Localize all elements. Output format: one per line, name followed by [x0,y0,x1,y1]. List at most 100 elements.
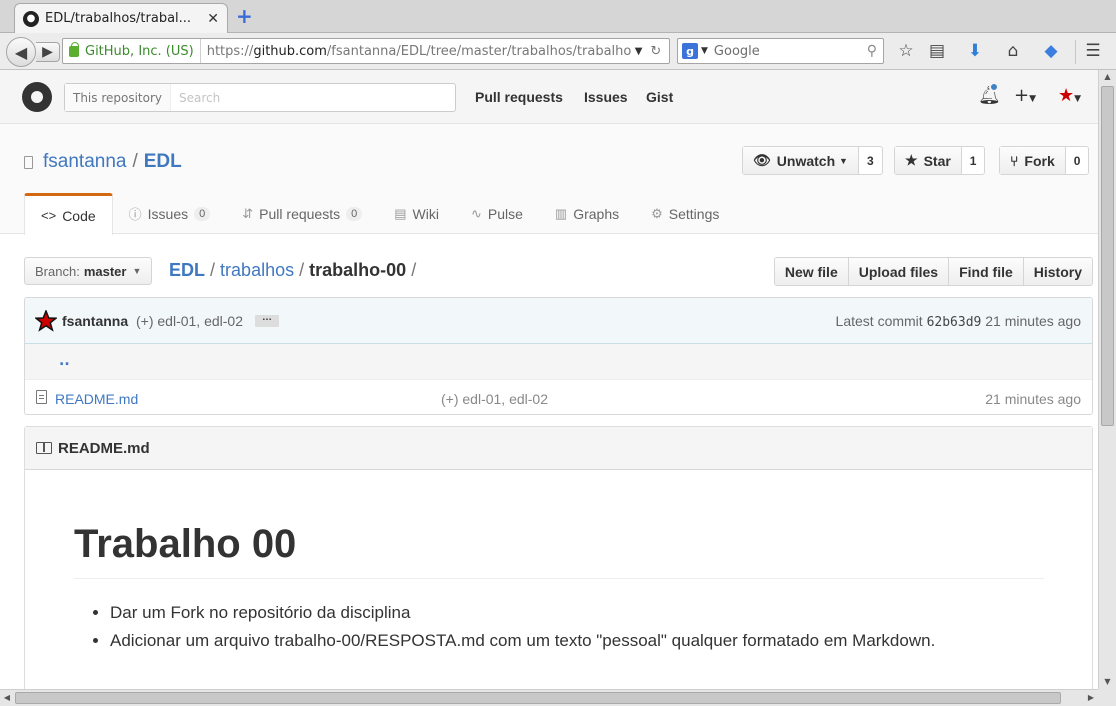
file-actions: New file Upload files Find file History [773,257,1093,286]
pulse-icon: ∿ [470,205,482,221]
google-icon[interactable]: g [682,43,698,59]
chevron-down-icon: ▼ [839,155,848,166]
arrow-right-icon: ▶ [42,44,53,60]
identity-label: GitHub, Inc. (US) [85,43,194,59]
close-tab-icon[interactable]: ✕ [207,11,219,27]
header-link-issues[interactable]: Issues [584,89,628,105]
repo-separator: / [132,151,138,172]
tab-settings[interactable]: ⚙ Settings [635,193,735,234]
star-icon: ★ [905,152,918,168]
branch-select-button[interactable]: Branch: master ▼ [24,257,153,285]
bookmark-star-icon[interactable]: ☆ [895,41,917,61]
code-icon: <> [41,208,57,223]
pull-request-icon: ⇵ [242,205,254,221]
search-bar[interactable]: g ▼ Google ⚲ [677,38,884,64]
header-link-pull-requests[interactable]: Pull requests [475,89,563,105]
vertical-scroll-thumb[interactable] [1101,86,1114,426]
scroll-left-icon[interactable]: ◀ [0,690,14,706]
arrow-left-icon: ◀ [14,42,28,62]
breadcrumb-trabalhos[interactable]: trabalhos [220,260,294,280]
upload-files-button[interactable]: Upload files [848,258,950,285]
unwatch-button[interactable]: 👁︎ Unwatch ▼ [743,147,859,174]
repo-owner-link[interactable]: fsantanna [43,151,126,173]
list-item: Adicionar um arquivo trabalho-00/RESPOST… [110,627,1044,655]
star-count[interactable]: 1 [962,147,985,174]
author-avatar[interactable] [35,310,57,332]
commit-tease: fsantanna (+) edl-01, edl-02 … Latest co… [25,298,1092,344]
tab-title: EDL/trabalhos/trabal... [45,11,192,26]
scroll-up-icon[interactable]: ▲ [1099,70,1116,84]
home-icon[interactable]: ⌂ [1002,41,1024,61]
scroll-right-icon[interactable]: ▶ [1084,690,1098,706]
commit-message-link[interactable]: (+) edl-01, edl-02 [136,313,243,329]
url-bar[interactable]: GitHub, Inc. (US) https://github.com/fsa… [62,38,670,64]
list-item: Dar um Fork no repositório da disciplina [110,599,1044,627]
gear-icon: ⚙ [651,205,663,221]
menu-icon[interactable]: ☰ [1082,41,1104,61]
graph-icon: ▥ [554,205,568,221]
forward-button[interactable]: ▶ [36,42,60,62]
parent-dir-row[interactable]: .. [25,344,1092,380]
branch-label: Branch: [35,263,80,279]
tab-issues[interactable]: ⓘ Issues 0 [113,193,227,234]
tab-code[interactable]: <> Code [24,193,113,235]
star-label: Star [923,152,951,169]
breadcrumb-root[interactable]: EDL [169,260,205,280]
reading-list-icon[interactable]: ▤ [926,41,948,61]
fork-count[interactable]: 0 [1066,147,1089,174]
notification-dot [989,82,999,92]
url-dropdown-icon[interactable]: ▼ [635,46,643,57]
search-field[interactable]: Google [714,44,867,59]
search-input[interactable]: Search [171,91,220,105]
scroll-down-icon[interactable]: ▼ [1099,675,1116,689]
browser-navbar: ◀ ▶ GitHub, Inc. (US) https://github.com… [0,33,1116,70]
browser-tabbar: ● EDL/trabalhos/trabal... ✕ + [0,0,1116,33]
url-text[interactable]: https://github.com/fsantanna/EDL/tree/ma… [201,44,631,59]
magnifier-icon[interactable]: ⚲ [867,43,877,59]
file-navigation: Branch: master ▼ EDL / trabalhos / trabalh… [24,257,1093,286]
eye-icon: 👁︎ [753,152,771,168]
new-tab-button[interactable]: + [236,6,253,26]
back-button[interactable]: ◀ [6,37,36,67]
breadcrumb-sep: / [411,260,417,280]
horizontal-scroll-thumb[interactable] [15,692,1061,704]
file-icon [36,390,47,404]
plus-icon[interactable]: +▼ [1014,85,1036,106]
github-favicon-icon: ● [23,10,39,27]
parent-dir-link[interactable]: .. [59,353,70,369]
table-row: README.md (+) edl-01, edl-02 21 minutes … [25,380,1092,414]
repo-search[interactable]: This repository Search [64,83,456,112]
horizontal-scrollbar[interactable]: ◀ ▶ [0,689,1098,706]
history-button[interactable]: History [1023,258,1092,285]
site-identity[interactable]: GitHub, Inc. (US) [63,39,201,63]
tab-wiki-label: Wiki [412,205,439,222]
breadcrumb: EDL / trabalhos / trabalho-00 / [169,260,416,281]
expand-commit-button[interactable]: … [255,313,279,327]
fork-label: Fork [1024,152,1055,169]
file-name-link[interactable]: README.md [55,391,138,407]
pocket-icon[interactable]: ◆ [1040,41,1062,61]
url-host: github.com [253,43,327,59]
commit-sha-link[interactable]: 62b63d9 [927,315,982,330]
tab-wiki[interactable]: ▤ Wiki [378,193,455,234]
file-commit-message[interactable]: (+) edl-01, edl-02 [441,391,548,407]
watch-count[interactable]: 3 [859,147,882,174]
repo-nav: <> Code ⓘ Issues 0 ⇵ Pull requests 0 ▤ Wiki ∿ P… [24,193,735,235]
star-button[interactable]: ★ Star [895,147,962,174]
fork-button[interactable]: ⑂ Fork [1000,147,1066,174]
engine-dropdown-icon[interactable]: ▼ [701,46,708,56]
avatar[interactable]: ★▼ [1058,85,1081,106]
vertical-scrollbar[interactable]: ▲ ▼ [1098,70,1116,689]
commit-author-link[interactable]: fsantanna [62,313,128,329]
new-file-button[interactable]: New file [774,258,849,285]
repo-name-link[interactable]: EDL [144,151,182,173]
tab-graphs[interactable]: ▥ Graphs [539,193,635,234]
header-link-gist[interactable]: Gist [646,89,673,105]
find-file-button[interactable]: Find file [949,258,1024,285]
tab-pull-requests[interactable]: ⇵ Pull requests 0 [226,193,378,234]
browser-tab[interactable]: ● EDL/trabalhos/trabal... ✕ [14,3,228,33]
download-icon[interactable]: ⬇ [964,41,986,61]
tab-pulse[interactable]: ∿ Pulse [455,193,539,234]
reload-icon[interactable]: ↻ [650,44,661,59]
github-logo-icon[interactable] [22,82,52,112]
